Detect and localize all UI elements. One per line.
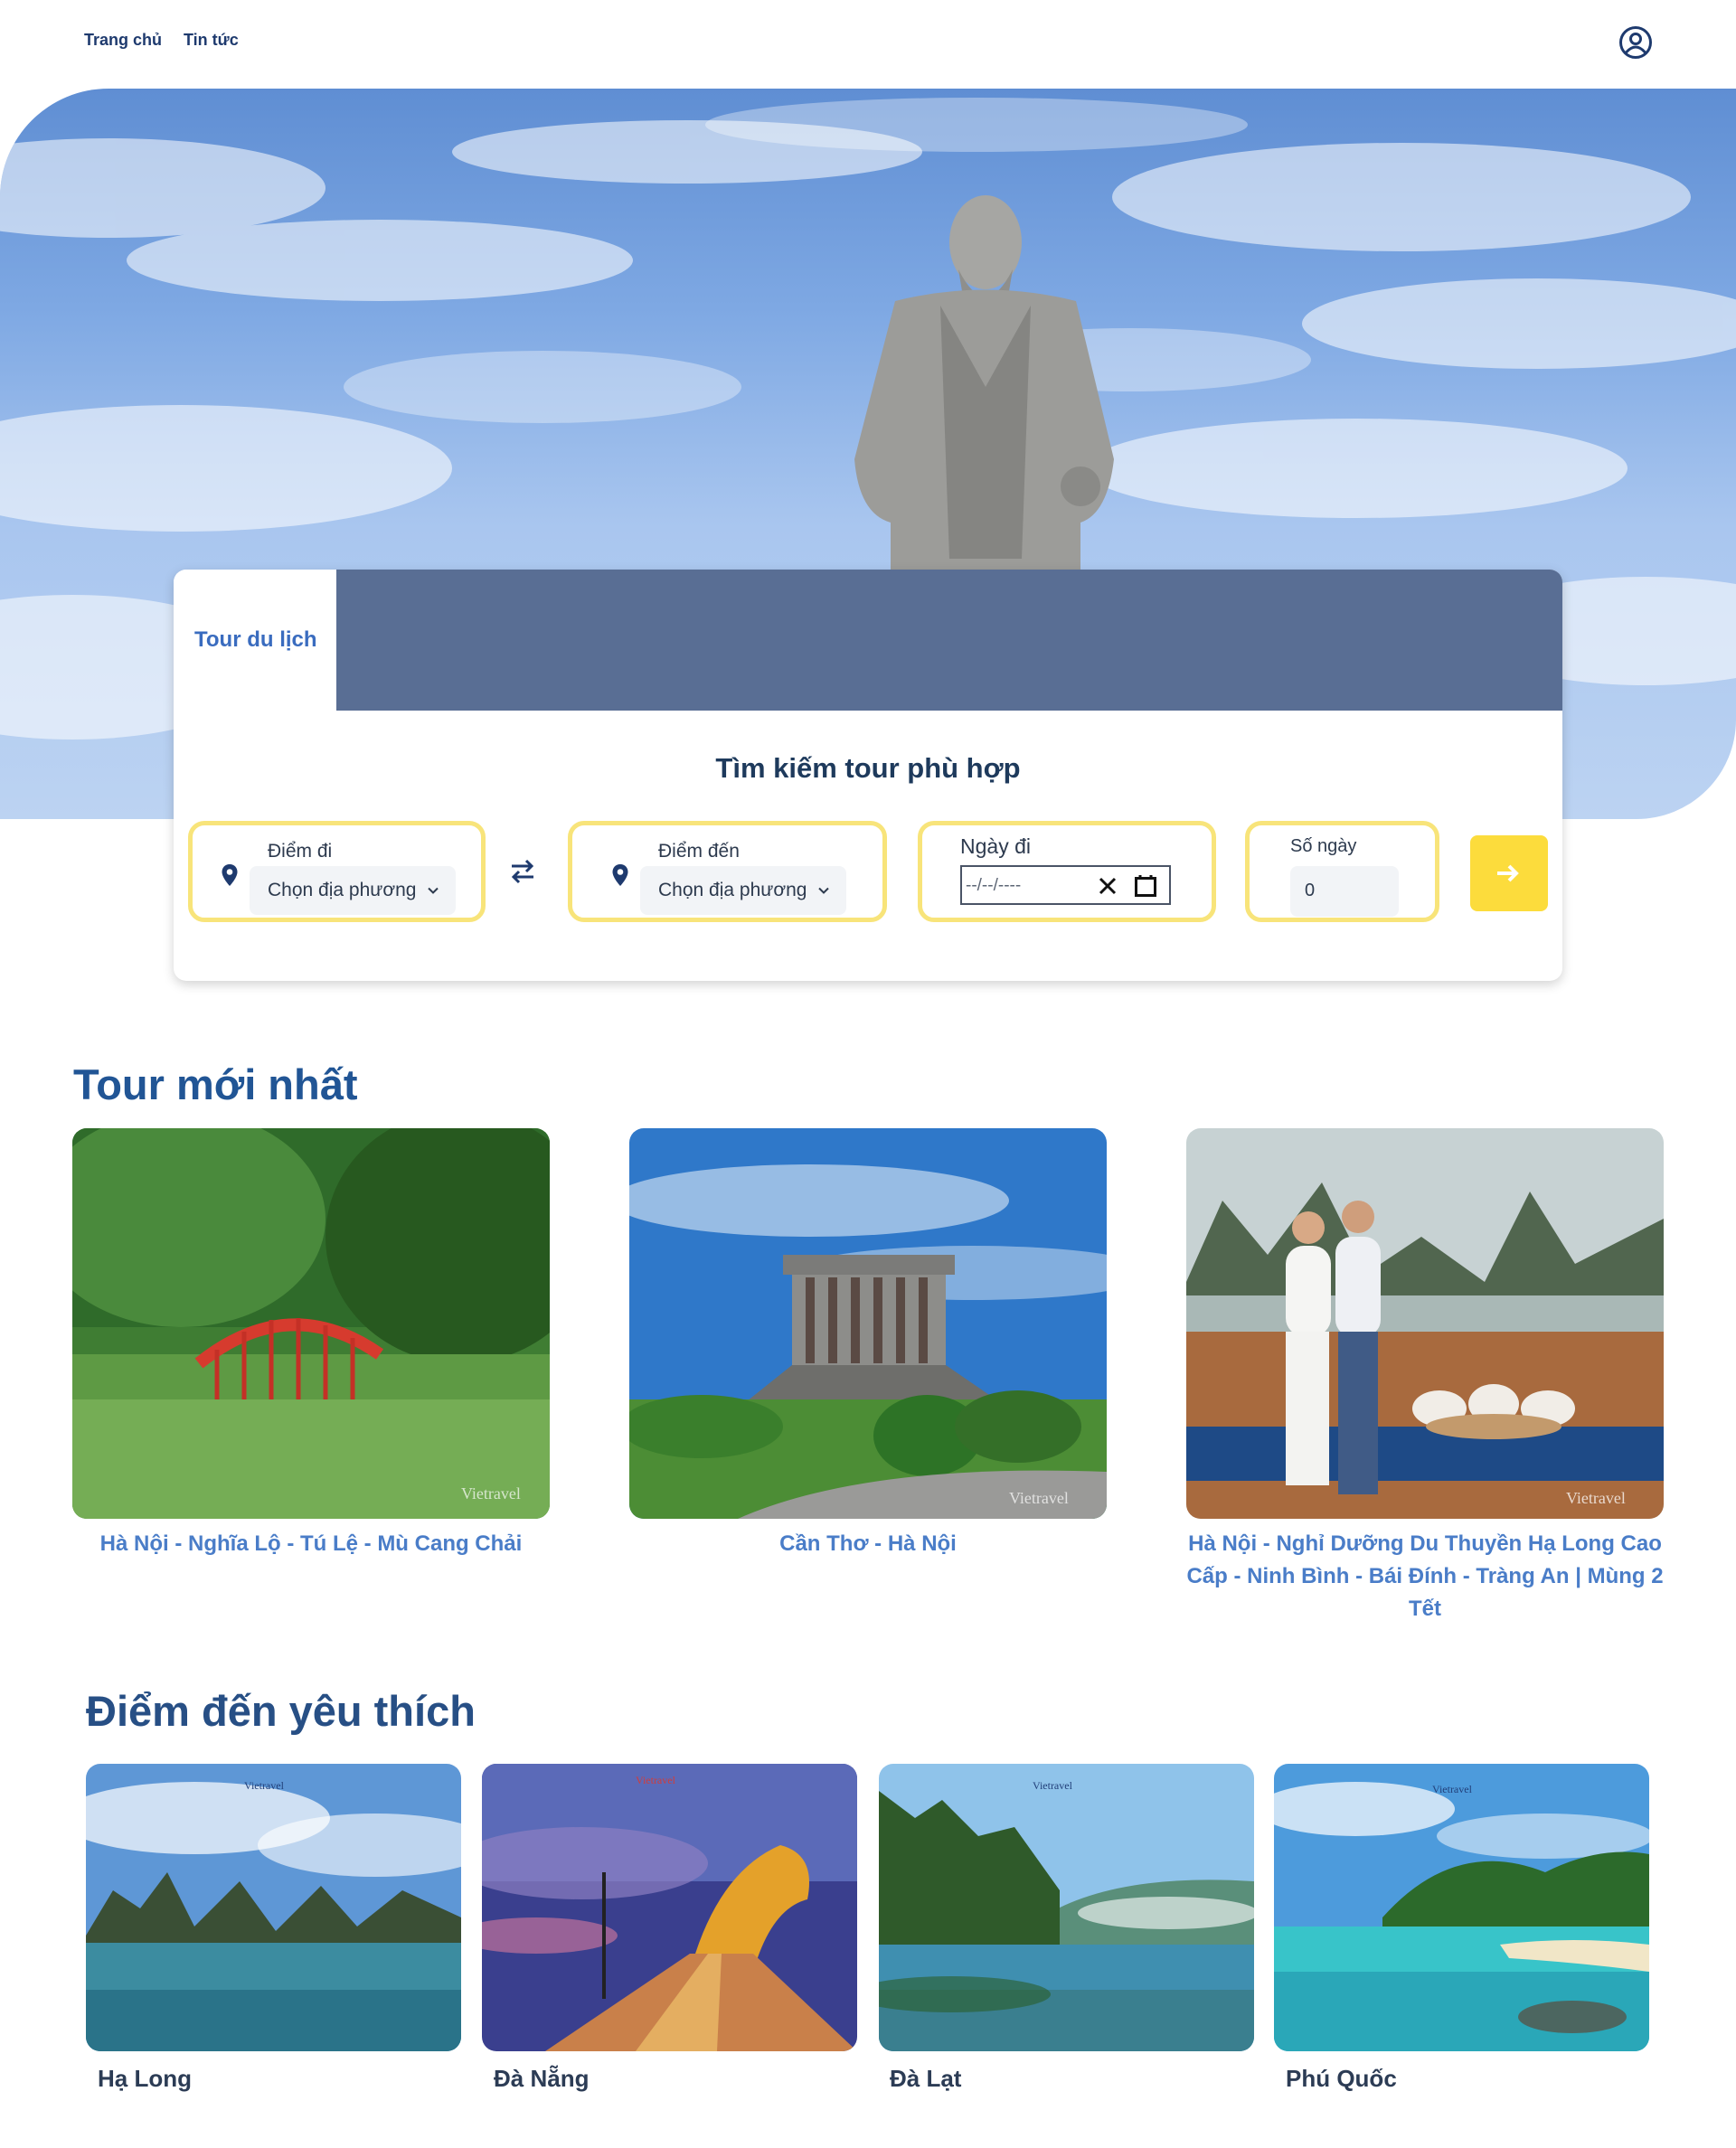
destination-name[interactable]: Phú Quốc <box>1286 2065 1397 2093</box>
tab-label: Tour du lịch <box>194 627 317 652</box>
clear-date-icon[interactable] <box>1098 876 1118 896</box>
tour-search-card: Tour du lịch Tìm kiếm tour phù hợp Điểm … <box>174 570 1562 981</box>
tour-card-image[interactable]: Vietravel <box>1186 1128 1664 1519</box>
days-input[interactable]: 0 <box>1290 866 1399 917</box>
destination-card-image[interactable]: Vietravel <box>482 1764 857 2051</box>
date-label: Ngày đi <box>960 834 1031 858</box>
ha-long-photo: Vietravel <box>86 1764 461 2051</box>
tour-title-link[interactable]: Hà Nội - Nghỉ Dưỡng Du Thuyền Hạ Long Ca… <box>1186 1528 1664 1625</box>
from-field: Điểm đi Chọn địa phương <box>188 821 486 922</box>
chevron-down-icon <box>818 887 829 894</box>
watermark: Vietravel <box>1566 1489 1626 1507</box>
nav-news-link[interactable]: Tin tức <box>184 31 239 50</box>
cruise-couple-photo: Vietravel <box>1186 1128 1664 1519</box>
mausoleum-photo: Vietravel <box>629 1128 1107 1519</box>
location-pin-icon <box>222 864 238 886</box>
watermark: Vietravel <box>1432 1783 1473 1795</box>
watermark: Vietravel <box>461 1484 521 1503</box>
to-select[interactable]: Chọn địa phương <box>640 866 846 915</box>
nav-home-link[interactable]: Trang chủ <box>84 31 162 50</box>
destination-card-image[interactable]: Vietravel <box>86 1764 461 2051</box>
watermark: Vietravel <box>244 1779 285 1792</box>
favorite-destinations-heading: Điểm đến yêu thích <box>86 1687 476 1735</box>
to-select-value: Chọn địa phương <box>658 880 807 900</box>
top-navbar: Trang chủ Tin tức <box>0 0 1736 89</box>
from-label: Điểm đi <box>268 841 333 862</box>
arrow-right-icon <box>1497 864 1519 882</box>
days-label: Số ngày <box>1290 836 1357 856</box>
date-input[interactable]: --/--/---- <box>960 865 1171 905</box>
search-submit-button[interactable] <box>1470 835 1548 911</box>
user-account-icon[interactable] <box>1618 25 1653 60</box>
tour-title-link[interactable]: Hà Nội - Nghĩa Lộ - Tú Lệ - Mù Cang Chải <box>72 1528 550 1560</box>
da-nang-photo: Vietravel <box>482 1764 857 2051</box>
destination-name[interactable]: Hạ Long <box>98 2065 192 2093</box>
phu-quoc-photo: Vietravel <box>1274 1764 1649 2051</box>
swap-direction-icon[interactable] <box>508 857 537 886</box>
date-field: Ngày đi --/--/---- <box>918 821 1216 922</box>
destination-card-image[interactable]: Vietravel <box>879 1764 1254 2051</box>
from-select-value: Chọn địa phương <box>268 880 417 900</box>
destination-name[interactable]: Đà Nẵng <box>494 2065 589 2093</box>
location-pin-icon <box>612 864 628 886</box>
days-field: Số ngày 0 <box>1245 821 1439 922</box>
search-tabbar <box>336 570 1562 711</box>
watermark: Vietravel <box>636 1774 676 1786</box>
latest-tours-heading: Tour mới nhất <box>73 1060 358 1108</box>
watermark: Vietravel <box>1009 1489 1069 1507</box>
tour-card-image[interactable]: Vietravel <box>629 1128 1107 1519</box>
calendar-icon[interactable] <box>1134 874 1157 898</box>
lake-bridge-photo: Vietravel <box>72 1128 550 1519</box>
tab-tour-du-lich[interactable]: Tour du lịch <box>174 570 336 711</box>
to-field: Điểm đến Chọn địa phương <box>568 821 887 922</box>
da-lat-photo: Vietravel <box>879 1764 1254 2051</box>
date-placeholder: --/--/---- <box>966 876 1022 895</box>
tour-title-link[interactable]: Cần Thơ - Hà Nội <box>629 1528 1107 1560</box>
to-label: Điểm đến <box>658 841 740 862</box>
search-title: Tìm kiếm tour phù hợp <box>715 752 1021 784</box>
from-select[interactable]: Chọn địa phương <box>250 866 456 915</box>
destination-name[interactable]: Đà Lạt <box>890 2065 961 2093</box>
chevron-down-icon <box>428 887 439 894</box>
tour-card-image[interactable]: Vietravel <box>72 1128 550 1519</box>
watermark: Vietravel <box>1033 1779 1073 1792</box>
destination-card-image[interactable]: Vietravel <box>1274 1764 1649 2051</box>
